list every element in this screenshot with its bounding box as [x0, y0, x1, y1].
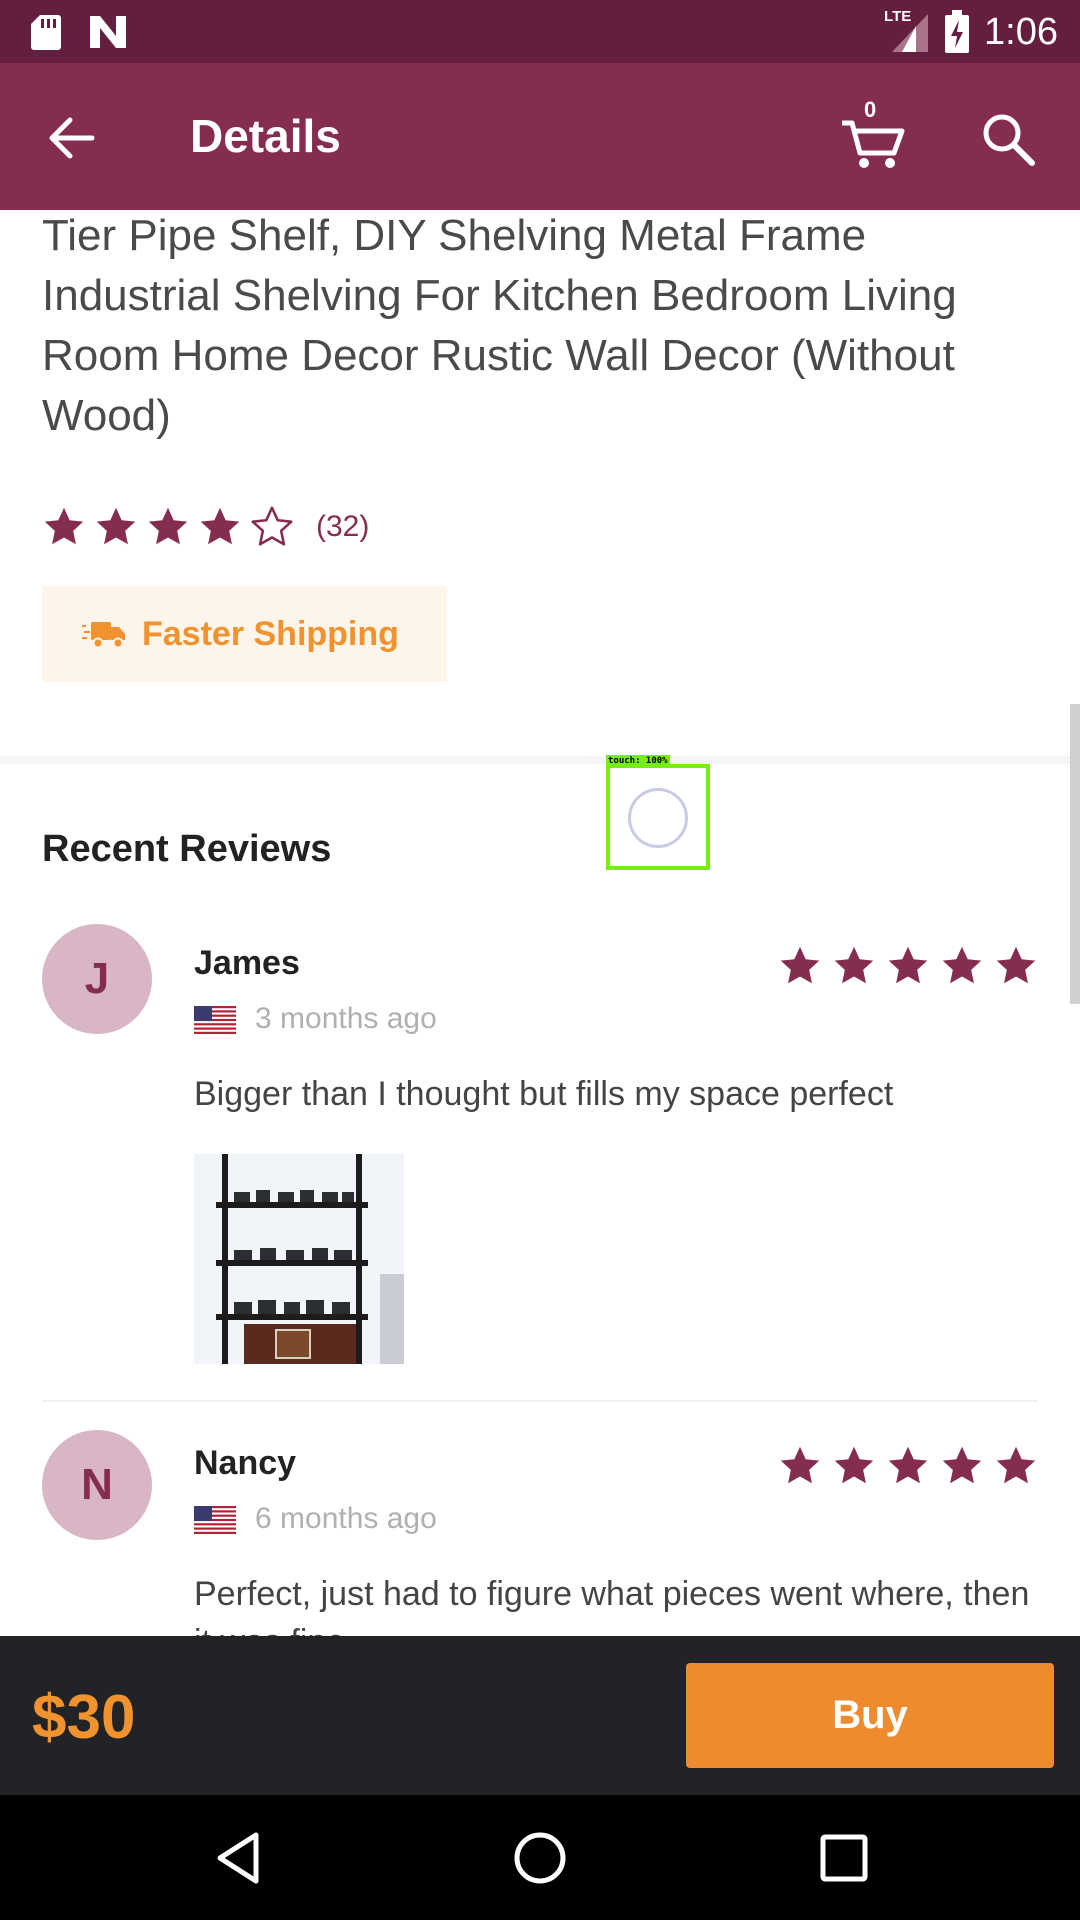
star-filled-icon: [888, 946, 928, 984]
avatar: N: [42, 1430, 152, 1540]
review-time: 6 months ago: [255, 1502, 437, 1535]
shelf-photo-image: [194, 1154, 404, 1364]
avatar: J: [42, 924, 152, 1034]
star-filled-icon: [780, 1446, 820, 1484]
touch-point: [628, 788, 688, 848]
star-filled-icon: [200, 507, 240, 545]
recent-reviews-title: Recent Reviews: [42, 828, 332, 870]
battery-charging-icon: [945, 10, 970, 53]
faster-shipping-badge: Faster Shipping: [42, 586, 447, 682]
reviewer-name: Nancy: [194, 1444, 297, 1482]
star-filled-icon: [44, 507, 84, 545]
star-filled-icon: [148, 507, 188, 545]
nav-home-icon[interactable]: [509, 1827, 571, 1889]
sd-card-icon: [31, 15, 61, 50]
star-filled-icon: [996, 1446, 1036, 1484]
app-bar: Details 0: [0, 63, 1080, 210]
review-stars: [778, 944, 1038, 988]
review-stars: [778, 1444, 1038, 1488]
nav-recents-icon[interactable]: [813, 1827, 875, 1889]
product-rating[interactable]: (32): [42, 505, 369, 549]
us-flag-icon: [194, 1506, 236, 1534]
shipping-label: Faster Shipping: [142, 614, 399, 653]
status-bar: LTE 1:06: [0, 0, 1080, 63]
n-logo-icon: [90, 16, 126, 48]
back-arrow-icon[interactable]: [42, 108, 102, 168]
purchase-bar: $30 Buy: [0, 1636, 1080, 1795]
scrollbar[interactable]: [1070, 704, 1080, 1004]
star-filled-icon: [96, 507, 136, 545]
section-divider: [0, 756, 1080, 764]
page-title: Details: [190, 110, 341, 162]
star-filled-icon: [780, 946, 820, 984]
review-photo[interactable]: [194, 1154, 404, 1364]
star-filled-icon: [888, 1446, 928, 1484]
star-outline-icon: [251, 506, 293, 546]
review-text: Bigger than I thought but fills my space…: [194, 1075, 894, 1113]
star-filled-icon: [942, 946, 982, 984]
signal-icon: LTE: [884, 8, 930, 54]
reviewer-name: James: [194, 944, 300, 982]
system-nav-bar: [0, 1795, 1080, 1920]
price: $30: [32, 1683, 136, 1752]
star-filled-icon: [834, 1446, 874, 1484]
nav-back-icon[interactable]: [208, 1827, 270, 1889]
details-content[interactable]: AUGIENB Industrial Wall Mounted Iron Pip…: [0, 210, 1080, 1636]
us-flag-icon: [194, 1006, 236, 1034]
product-title: AUGIENB Industrial Wall Mounted Iron Pip…: [42, 211, 957, 440]
cart-count-badge: 0: [864, 97, 877, 122]
review-divider: [42, 1400, 1038, 1402]
delivery-truck-icon: [82, 622, 125, 649]
search-icon[interactable]: [978, 109, 1038, 169]
rating-count: (32): [316, 510, 370, 543]
review-text: Perfect, just had to figure what pieces …: [194, 1575, 1030, 1636]
cart-button[interactable]: 0: [838, 97, 908, 171]
clock: 1:06: [984, 10, 1058, 53]
star-filled-icon: [834, 946, 874, 984]
review-time: 3 months ago: [255, 1002, 437, 1035]
buy-button[interactable]: Buy: [686, 1663, 1054, 1768]
star-filled-icon: [942, 1446, 982, 1484]
star-filled-icon: [996, 946, 1036, 984]
